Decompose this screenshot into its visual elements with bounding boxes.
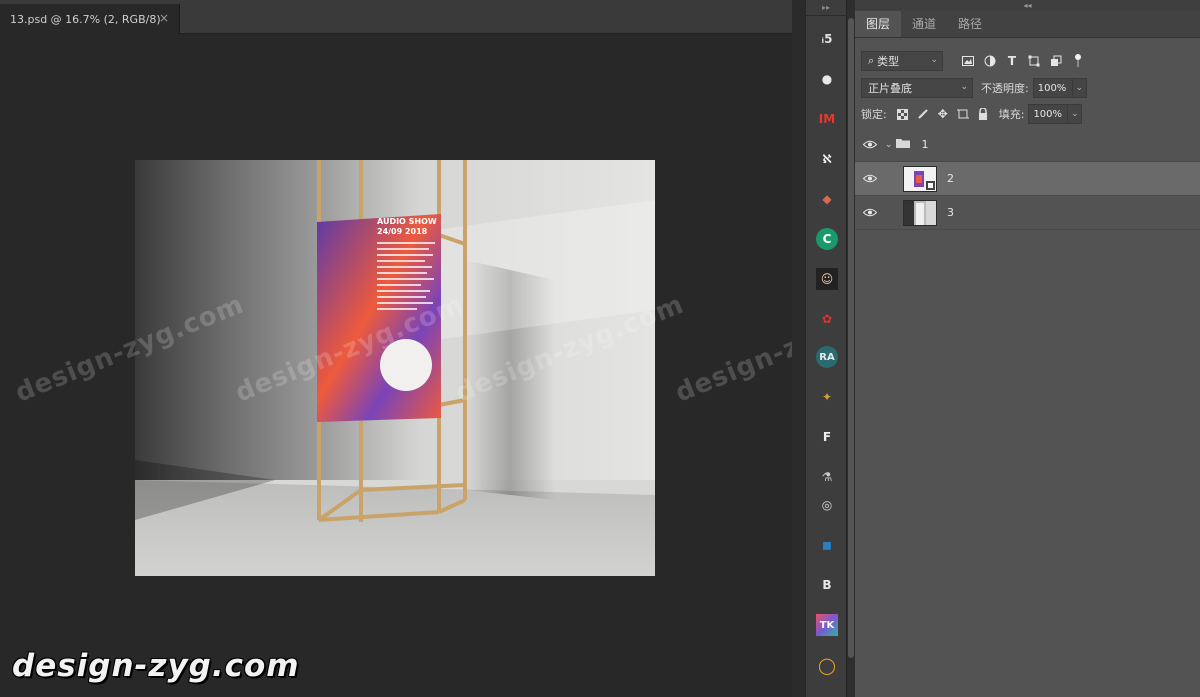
eye-icon[interactable] [855,162,885,196]
poster-title: AUDIO SHOW [377,217,437,226]
layer-list: ⌄ 1 2 3 [855,128,1200,230]
plugin-button-ra[interactable]: RA [810,340,844,374]
layers-panel: ◂◂ 图层 通道 路径 ⌕ 类型 ⌄ T 正片叠底 ⌄ 不透明度: 100% ⌄… [855,0,1200,697]
layer-name: 2 [947,172,954,185]
watermark-text: design-zyg.com [671,289,805,409]
plugin-4-icon: ℵ [822,152,832,166]
eye-icon[interactable] [855,128,885,162]
blend-mode-row: 正片叠底 ⌄ 不透明度: 100% ⌄ [855,76,1200,100]
document-tab-label: 13.psd @ 16.7% (2, RGB/8) [10,12,161,26]
layer-row-group[interactable]: ⌄ 1 [855,128,1200,162]
mockup-image: AUDIO SHOW 24/09 2018 [135,160,655,576]
plugin-2-icon: ● [821,72,833,86]
document-tab[interactable]: 13.psd @ 16.7% (2, RGB/8) × [0,4,180,34]
shape-filter-icon[interactable] [1023,51,1045,71]
plugin-scrollbar[interactable] [847,0,855,697]
layer-thumbnail[interactable] [903,199,937,226]
poster-date: 24/09 2018 [377,227,428,236]
blend-mode-value: 正片叠底 [868,82,912,95]
plugin-button-1[interactable]: ᵢ5 [810,22,844,56]
filter-toggle-icon[interactable] [1067,51,1089,71]
close-icon[interactable]: × [159,11,169,25]
opacity-label: 不透明度: [981,82,1029,95]
plugin-button-8[interactable]: ✿ [810,302,844,336]
plugin-panel-column: ▸▸ ᵢ5 ● IM ℵ ◆ C ☺ ✿ RA ✦ F ⚗ ◎ ◼ B TK ◯ [805,0,847,697]
lock-row: 锁定: ✥ 填充: 100% ⌄ [855,103,1200,125]
chevron-down-icon: ⌄ [960,82,968,92]
tab-paths[interactable]: 路径 [947,11,993,37]
panel-drag-handle[interactable]: ◂◂ [855,0,1200,10]
lock-move-icon[interactable]: ✥ [933,104,953,124]
plugin-button-c[interactable]: C [810,222,844,256]
image-filter-icon[interactable] [957,51,979,71]
canvas-area[interactable]: AUDIO SHOW 24/09 2018 design-zyg.com des… [0,34,805,697]
plugin-button-4[interactable]: ℵ [810,142,844,176]
plugin-button-2[interactable]: ● [810,62,844,96]
layer-name: 3 [947,206,954,219]
plugin-5-icon: ◆ [822,192,832,206]
chevron-down-icon[interactable]: ⌄ [1068,104,1083,124]
layer-thumbnail[interactable] [903,165,937,192]
collapse-handle[interactable]: ▸▸ [806,0,846,16]
plugin-11-icon: F [822,430,832,444]
photoshop-window: 13.psd @ 16.7% (2, RGB/8) × AUDIO SHOW 2… [0,0,1200,697]
tab-channels[interactable]: 通道 [901,11,947,37]
artboard[interactable]: AUDIO SHOW 24/09 2018 [135,160,655,576]
plugin-button-13[interactable]: ◎ [810,488,844,522]
plugin-b-icon: B [822,578,832,592]
lock-artboard-icon[interactable] [953,104,973,124]
lock-label: 锁定: [861,108,887,121]
plugin-8-icon: ✿ [821,312,833,326]
folder-icon [895,138,910,151]
opacity-input[interactable]: 100% [1032,78,1073,98]
lock-brush-icon[interactable] [913,104,933,124]
scrollbar-thumb[interactable] [848,18,854,658]
plugin-im-icon: IM [818,112,836,126]
eye-icon[interactable] [855,196,885,230]
chevron-down-icon[interactable]: ⌄ [1072,78,1087,98]
plugin-14-icon: ◼ [822,538,832,552]
plugin-12-icon: ⚗ [821,470,833,484]
plugin-c-icon: C [816,228,838,250]
layer-row-smart-object[interactable]: 2 [855,162,1200,196]
panel-tab-bar: 图层 通道 路径 [855,10,1200,38]
fill-input[interactable]: 100% [1028,104,1069,124]
layer-name: 1 [921,138,929,151]
document-tab-bar: 13.psd @ 16.7% (2, RGB/8) × [0,0,805,34]
type-filter-icon[interactable]: T [1001,51,1023,71]
plugin-1-icon: ᵢ5 [821,32,833,46]
blend-mode-select[interactable]: 正片叠底 ⌄ [861,78,973,98]
layer-row-image[interactable]: 3 [855,196,1200,230]
plugin-13-icon: ◎ [821,498,833,512]
plugin-button-7[interactable]: ☺ [810,262,844,296]
plugin-button-10[interactable]: ✦ [810,380,844,414]
plugin-button-11[interactable]: F [810,420,844,454]
chevron-down-icon[interactable]: ⌄ [885,140,893,150]
lock-all-icon[interactable] [973,104,993,124]
plugin-button-5[interactable]: ◆ [810,182,844,216]
fill-label: 填充: [998,108,1025,121]
layer-filter-row: ⌕ 类型 ⌄ T [855,48,1200,74]
plugin-button-14[interactable]: ◼ [810,528,844,562]
plugin-10-icon: ✦ [821,390,833,404]
tab-layers[interactable]: 图层 [855,11,902,37]
smart-object-filter-icon[interactable] [1045,51,1067,71]
plugin-button-im[interactable]: IM [810,102,844,136]
plugin-button-17[interactable]: ◯ [810,648,844,682]
adjustment-filter-icon[interactable] [979,51,1001,71]
lock-transparent-icon[interactable] [893,104,913,124]
plugin-ra-icon: RA [816,346,838,368]
chevron-down-icon: ⌄ [930,55,938,65]
panel-gutter [792,0,805,697]
watermark-main: design-zyg.com [12,648,300,684]
plugin-button-b[interactable]: B [810,568,844,602]
filter-type-label: 类型 [877,55,900,68]
plugin-tk-icon: TK [816,614,838,636]
plugin-7-icon: ☺ [816,268,838,290]
search-icon: ⌕ [868,54,875,67]
plugin-17-icon: ◯ [818,655,836,675]
filter-type-select[interactable]: ⌕ 类型 ⌄ [861,51,943,71]
plugin-button-tk[interactable]: TK [810,608,844,642]
